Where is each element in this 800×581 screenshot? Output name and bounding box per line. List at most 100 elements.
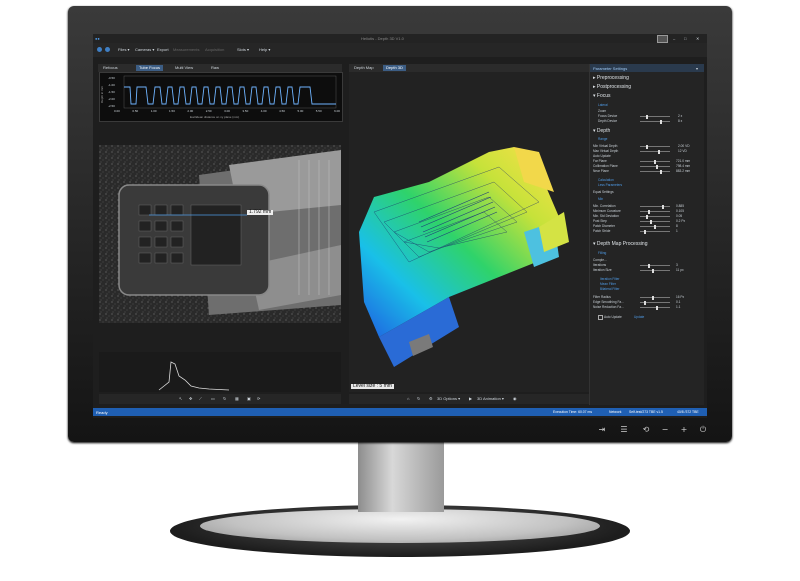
settings-icon[interactable]: ⚙ bbox=[429, 396, 433, 401]
edge-smoothing-slider[interactable] bbox=[640, 300, 670, 305]
camera-icon[interactable]: ◉ bbox=[513, 396, 517, 401]
collimation-plane-slider[interactable] bbox=[640, 164, 670, 169]
noise-reduction-slider[interactable] bbox=[640, 305, 670, 310]
min-std-deviation-slider[interactable] bbox=[640, 214, 670, 219]
back-icon[interactable] bbox=[97, 47, 102, 52]
calculation-link[interactable]: Calculation bbox=[598, 178, 614, 182]
bilateral-filter-option[interactable]: Bilateral Filter bbox=[600, 287, 620, 291]
auto-icon[interactable]: ⟲ bbox=[642, 426, 650, 434]
power-icon[interactable]: ⏻ bbox=[699, 426, 707, 434]
slider-knob[interactable] bbox=[644, 300, 646, 305]
iterations-slider[interactable] bbox=[640, 263, 670, 268]
image-icon[interactable]: ▣ bbox=[247, 396, 251, 401]
menu-export[interactable]: Export bbox=[157, 47, 169, 52]
menu-slots[interactable]: Slots ▾ bbox=[237, 47, 249, 52]
menu-help[interactable]: Help ▾ bbox=[259, 47, 270, 52]
menu-measurements[interactable]: Measurements bbox=[173, 47, 199, 52]
menu-cameras[interactable]: Cameras ▾ bbox=[135, 47, 154, 52]
animation-icon[interactable]: ▶ bbox=[469, 396, 472, 401]
tab-depth-3d[interactable]: Depth 3D bbox=[383, 65, 406, 71]
maximize-icon[interactable]: □ bbox=[684, 36, 686, 41]
slider-knob[interactable] bbox=[652, 295, 654, 300]
iteration-filter-option[interactable]: Iteration Filter bbox=[600, 277, 620, 281]
ruler-icon[interactable]: ▭ bbox=[211, 396, 215, 401]
slider-knob[interactable] bbox=[658, 149, 660, 154]
slider-knob[interactable] bbox=[660, 119, 662, 124]
section-preprocessing[interactable]: ▸ Preprocessing bbox=[593, 75, 629, 81]
section-focus[interactable]: ▾ Focus bbox=[593, 93, 611, 99]
user-icon[interactable] bbox=[657, 35, 668, 43]
update-button[interactable]: Update bbox=[634, 315, 644, 319]
section-depth[interactable]: ▾ Depth bbox=[593, 128, 610, 134]
max-virtual-depth-slider[interactable] bbox=[640, 149, 670, 154]
menu-files[interactable]: Files ▾ bbox=[118, 47, 130, 52]
slider-knob[interactable] bbox=[650, 219, 652, 224]
home-icon[interactable]: ⌂ bbox=[407, 396, 409, 401]
focus-device-slider[interactable] bbox=[640, 114, 670, 119]
close-icon[interactable]: ✕ bbox=[696, 36, 699, 41]
minimize-icon[interactable]: – bbox=[673, 36, 675, 41]
filter-radius-slider[interactable] bbox=[640, 295, 670, 300]
3d-animation-menu[interactable]: 3D Animation ▾ bbox=[477, 396, 504, 401]
slider-knob[interactable] bbox=[654, 159, 656, 164]
slider-knob[interactable] bbox=[656, 305, 658, 310]
forward-icon[interactable] bbox=[105, 47, 110, 52]
near-plane-slider[interactable] bbox=[640, 169, 670, 174]
rotate-icon[interactable]: ↻ bbox=[223, 396, 226, 401]
slider-knob[interactable] bbox=[662, 204, 664, 209]
tab-depth-map[interactable]: Depth Map bbox=[351, 65, 377, 71]
patch-stride-slider[interactable] bbox=[640, 229, 670, 234]
tab-tube-focus[interactable]: Tube Focus bbox=[136, 65, 163, 71]
auto-update-checkbox[interactable] bbox=[598, 315, 603, 320]
pan-icon[interactable]: ✥ bbox=[189, 396, 192, 401]
slider-knob[interactable] bbox=[656, 164, 658, 169]
measure-icon[interactable]: ⟋ bbox=[199, 396, 202, 401]
section-depth-map-processing[interactable]: ▾ Depth Map Processing bbox=[593, 241, 648, 247]
slider-knob[interactable] bbox=[644, 229, 646, 234]
slider-knob[interactable] bbox=[646, 114, 648, 119]
section-postprocessing[interactable]: ▸ Postprocessing bbox=[593, 84, 631, 90]
slider-knob[interactable] bbox=[648, 209, 650, 214]
mean-filter-option[interactable]: Mean Filter bbox=[600, 282, 616, 286]
param-value: 2.00 VD bbox=[678, 144, 690, 148]
menu-icon[interactable]: ☰ bbox=[620, 426, 628, 434]
menu-acquisition[interactable]: Acquisition bbox=[205, 47, 224, 52]
param-value: 1.1 bbox=[676, 305, 681, 309]
minus-icon[interactable]: − bbox=[661, 426, 669, 434]
pointer-icon[interactable]: ↖ bbox=[179, 396, 182, 401]
slider-knob[interactable] bbox=[646, 214, 648, 219]
slider-knob[interactable] bbox=[652, 268, 654, 273]
slider-knob[interactable] bbox=[660, 169, 662, 174]
min-link[interactable]: Min bbox=[598, 197, 603, 201]
far-plane-slider[interactable] bbox=[640, 159, 670, 164]
rotate-icon[interactable]: ↻ bbox=[417, 396, 420, 401]
range-subsection[interactable]: Range bbox=[598, 137, 607, 141]
focus-subsection[interactable]: Lateral bbox=[598, 103, 608, 107]
panel-menu-icon[interactable]: ▾ bbox=[696, 66, 698, 71]
tab-refocus[interactable]: Refocus bbox=[100, 65, 121, 71]
depth-device-slider[interactable] bbox=[640, 119, 670, 124]
param-label: Post Step bbox=[593, 219, 607, 223]
slider-knob[interactable] bbox=[646, 144, 648, 149]
slider-knob[interactable] bbox=[654, 224, 656, 229]
input-icon[interactable]: ⇥ bbox=[598, 426, 606, 434]
filling-subsection[interactable]: Filling bbox=[598, 251, 606, 255]
equal-settings-label[interactable]: Equal Settings bbox=[593, 190, 614, 194]
minimum-curvature-slider[interactable] bbox=[640, 209, 670, 214]
less-parameters-link[interactable]: Less Parameters bbox=[598, 183, 622, 187]
camera-image-view[interactable]: 1.792 mm bbox=[99, 145, 341, 323]
plus-icon[interactable]: + bbox=[680, 426, 688, 434]
patch-diameter-slider[interactable] bbox=[640, 224, 670, 229]
iteration-size-slider[interactable] bbox=[640, 268, 670, 273]
refresh-icon[interactable]: ⟳ bbox=[257, 396, 260, 401]
tab-multi-view[interactable]: Multi View bbox=[172, 65, 196, 71]
min-virtual-depth-slider[interactable] bbox=[640, 144, 670, 149]
status-ready: Ready bbox=[96, 409, 108, 415]
slider-knob[interactable] bbox=[648, 263, 650, 268]
grid-icon[interactable]: ▦ bbox=[235, 396, 239, 401]
tab-raw[interactable]: Raw bbox=[208, 65, 222, 71]
depth-3d-view[interactable]: Level size : 5 mm bbox=[349, 72, 589, 392]
min-correlation-slider[interactable] bbox=[640, 204, 670, 209]
3d-options-menu[interactable]: 3D Options ▾ bbox=[437, 396, 460, 401]
post-step-slider[interactable] bbox=[640, 219, 670, 224]
